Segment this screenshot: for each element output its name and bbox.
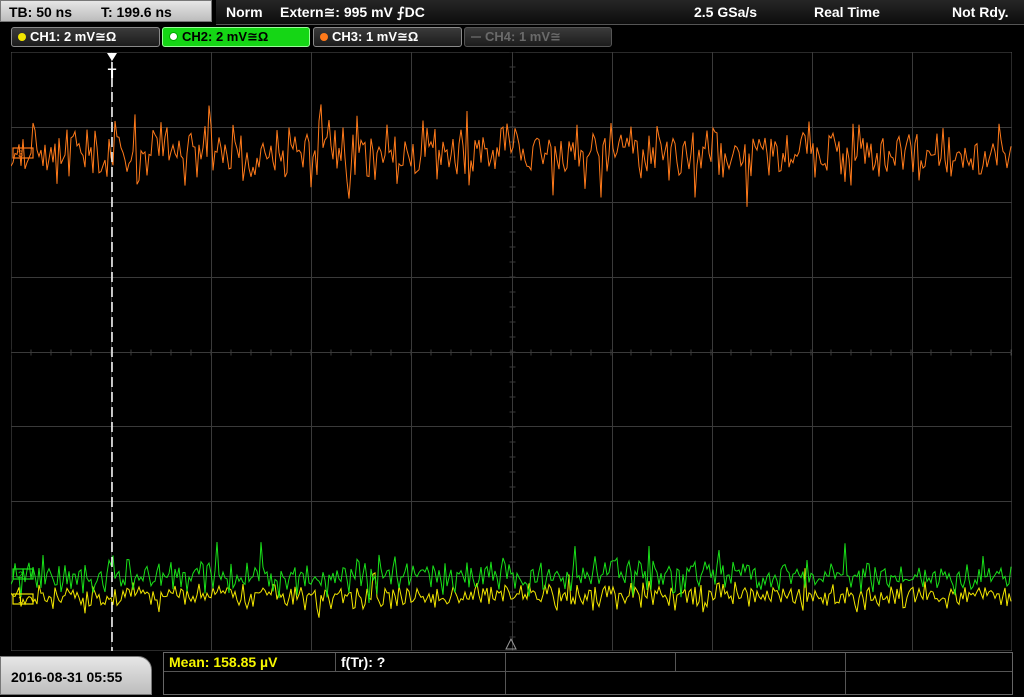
measurement-slot-7[interactable] bbox=[506, 672, 846, 694]
acquisition-panel: Norm Extern≅: 995 mV ⨍DC 2.5 GSa/s Real … bbox=[216, 0, 1024, 25]
ch4-indicator-icon bbox=[471, 36, 481, 38]
acquisition-mode[interactable]: Real Time bbox=[814, 0, 880, 24]
svg-text:2: 2 bbox=[18, 570, 23, 580]
waveform-display[interactable]: T 3 2 1 bbox=[11, 52, 1012, 651]
trigger-status: Not Rdy. bbox=[952, 4, 1009, 20]
measurement-panel: Mean: 158.85 µV f(Tr): ? bbox=[163, 652, 1013, 695]
status-bar: TB: 50 ns T: 199.6 ns Norm Extern≅: 995 … bbox=[0, 0, 1024, 25]
measurement-slot-5[interactable] bbox=[846, 653, 1012, 672]
channel-tab-ch3[interactable]: CH3: 1 mV≅Ω bbox=[313, 27, 462, 47]
channel-tab-ch2[interactable]: CH2: 2 mV≅Ω bbox=[162, 27, 310, 47]
svg-text:1: 1 bbox=[18, 595, 23, 605]
trigger-time-readout[interactable]: T: 199.6 ns bbox=[101, 1, 172, 23]
measurement-mean[interactable]: Mean: 158.85 µV bbox=[164, 653, 336, 672]
measurement-slot-4[interactable] bbox=[676, 653, 846, 672]
measurement-freq[interactable]: f(Tr): ? bbox=[336, 653, 506, 672]
ch2-indicator-icon bbox=[169, 32, 178, 41]
sample-rate[interactable]: 2.5 GSa/s bbox=[694, 0, 757, 24]
ch3-label: CH3: 1 mV≅Ω bbox=[332, 29, 419, 44]
channel-tab-ch1[interactable]: CH1: 2 mV≅Ω bbox=[11, 27, 160, 47]
channel-tab-ch4[interactable]: CH4: 1 mV≅ bbox=[464, 27, 612, 47]
svg-text:3: 3 bbox=[18, 149, 23, 159]
ch2-label: CH2: 2 mV≅Ω bbox=[182, 29, 269, 44]
ch1-label: CH1: 2 mV≅Ω bbox=[30, 29, 117, 44]
measurement-slot-6[interactable] bbox=[164, 672, 506, 694]
ch4-label: CH4: 1 mV≅ bbox=[485, 29, 561, 44]
timebase-panel[interactable]: TB: 50 ns T: 199.6 ns bbox=[0, 0, 212, 22]
trigger-mode[interactable]: Norm bbox=[226, 0, 263, 24]
timebase-readout[interactable]: TB: 50 ns bbox=[9, 1, 72, 23]
ch1-indicator-icon bbox=[18, 33, 26, 41]
trigger-source[interactable]: Extern≅: 995 mV ⨍DC bbox=[280, 0, 425, 24]
measurement-slot-3[interactable] bbox=[506, 653, 676, 672]
ch3-indicator-icon bbox=[320, 33, 328, 41]
trigger-marker-label: T bbox=[108, 65, 117, 81]
measurement-slot-8[interactable] bbox=[846, 672, 1012, 694]
date-time: 2016-08-31 05:55 bbox=[11, 669, 123, 685]
date-time-panel: 2016-08-31 05:55 bbox=[0, 656, 152, 695]
